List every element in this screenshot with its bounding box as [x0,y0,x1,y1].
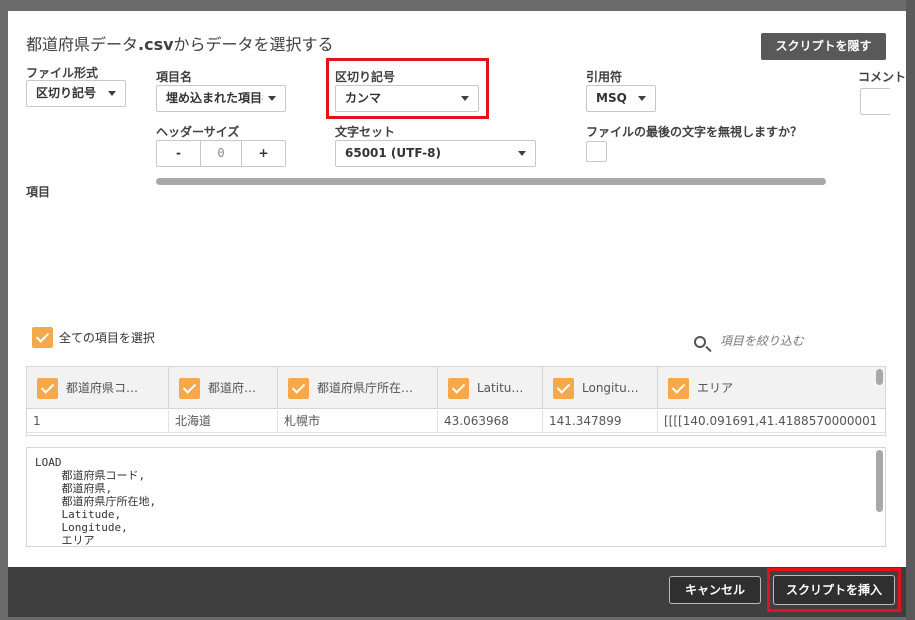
column-header[interactable]: 都道府県コ… [27,367,169,409]
cancel-button[interactable]: キャンセル [669,576,761,604]
table-cell: 43.063968 [438,410,543,432]
increment-button[interactable]: + [242,141,285,166]
checkbox-checked-icon[interactable] [668,378,689,399]
table-cell: 1 [27,410,169,432]
delimiter-value: カンマ [345,91,382,105]
chevron-down-icon [108,91,116,96]
column-header[interactable]: Latitu… [438,367,543,409]
checkbox-checked-icon[interactable] [179,378,200,399]
ignore-eof-checkbox[interactable] [586,141,607,162]
row-divider [27,432,885,433]
hide-script-button[interactable]: スクリプトを隠す [761,33,886,60]
field-names-value: 埋め込まれた項目名 [166,91,263,105]
header-size-value[interactable]: 0 [200,141,242,166]
chevron-down-icon [518,151,526,156]
field-names-dropdown[interactable]: 埋め込まれた項目名 [156,85,286,112]
script-text: LOAD 都道府県コード, 都道府県, 都道府県庁所在地, Latitude, … [35,456,157,547]
quoting-label: 引用符 [586,70,623,84]
quoting-value: MSQ [596,91,627,105]
file-format-dropdown[interactable]: 区切り記号 [26,80,126,107]
header-size-label: ヘッダーサイズ [156,125,240,139]
chevron-down-icon [268,96,276,101]
comment-label: コメント [858,70,906,84]
filter-placeholder: 項目を絞り込む [719,334,804,348]
checkbox-checked-icon[interactable] [553,378,574,399]
search-icon [694,335,706,348]
comment-input[interactable] [860,88,890,115]
chevron-down-icon [638,96,646,101]
file-format-label: ファイル形式 [26,66,99,80]
script-vertical-scrollbar[interactable] [876,450,883,512]
file-format-value: 区切り記号 [36,86,97,100]
dialog-title: 都道府県データ.csvからデータを選択する [26,35,334,54]
options-horizontal-scrollbar[interactable] [156,178,826,185]
checkbox-checked-icon[interactable] [37,378,58,399]
table-cell: 北海道 [169,410,278,432]
table-vertical-scrollbar[interactable] [876,369,883,385]
charset-value: 65001 (UTF-8) [345,146,441,160]
decrement-button[interactable]: - [157,141,200,166]
column-header[interactable]: 都道府県庁所在… [278,367,438,409]
column-header[interactable]: 都道府… [169,367,278,409]
data-preview-table: 都道府県コ… 都道府… 都道府県庁所在… Latitu… Longitu… エリ… [26,366,886,436]
column-header[interactable]: エリア [658,367,876,409]
background-edge [906,0,915,620]
charset-dropdown[interactable]: 65001 (UTF-8) [335,140,536,167]
table-cell: 札幌市 [278,410,438,432]
delimiter-dropdown[interactable]: カンマ [335,85,479,112]
dialog-footer: キャンセル スクリプトを挿入 [8,567,906,617]
select-all-fields[interactable]: 全ての項目を選択 [32,327,155,348]
header-size-stepper: - 0 + [156,140,286,167]
table-cell: [[[[140.091691,41.4188570000001 [664,414,876,428]
checkbox-checked-icon[interactable] [448,378,469,399]
delimiter-label: 区切り記号 [335,70,396,84]
checkbox-checked-icon [32,327,53,348]
checkbox-checked-icon[interactable] [288,378,309,399]
fields-label: 項目 [26,185,51,199]
table-header: 都道府県コ… 都道府… 都道府県庁所在… Latitu… Longitu… エリ… [27,367,885,409]
charset-label: 文字セット [335,125,396,139]
column-header[interactable]: Longitu… [543,367,658,409]
script-preview[interactable]: LOAD 都道府県コード, 都道府県, 都道府県庁所在地, Latitude, … [26,447,886,547]
quoting-dropdown[interactable]: MSQ [586,85,656,112]
field-filter-input[interactable]: 項目を絞り込む [694,332,804,349]
chevron-down-icon [461,96,469,101]
ignore-eof-label: ファイルの最後の文字を無視しますか？ [586,125,803,139]
field-names-label: 項目名 [156,70,193,84]
data-selection-dialog: 都道府県データ.csvからデータを選択する スクリプトを隠す ファイル形式 区切… [8,11,906,567]
table-cell: 141.347899 [543,410,658,432]
insert-script-button[interactable]: スクリプトを挿入 [773,575,895,605]
select-all-label: 全ての項目を選択 [58,331,155,345]
